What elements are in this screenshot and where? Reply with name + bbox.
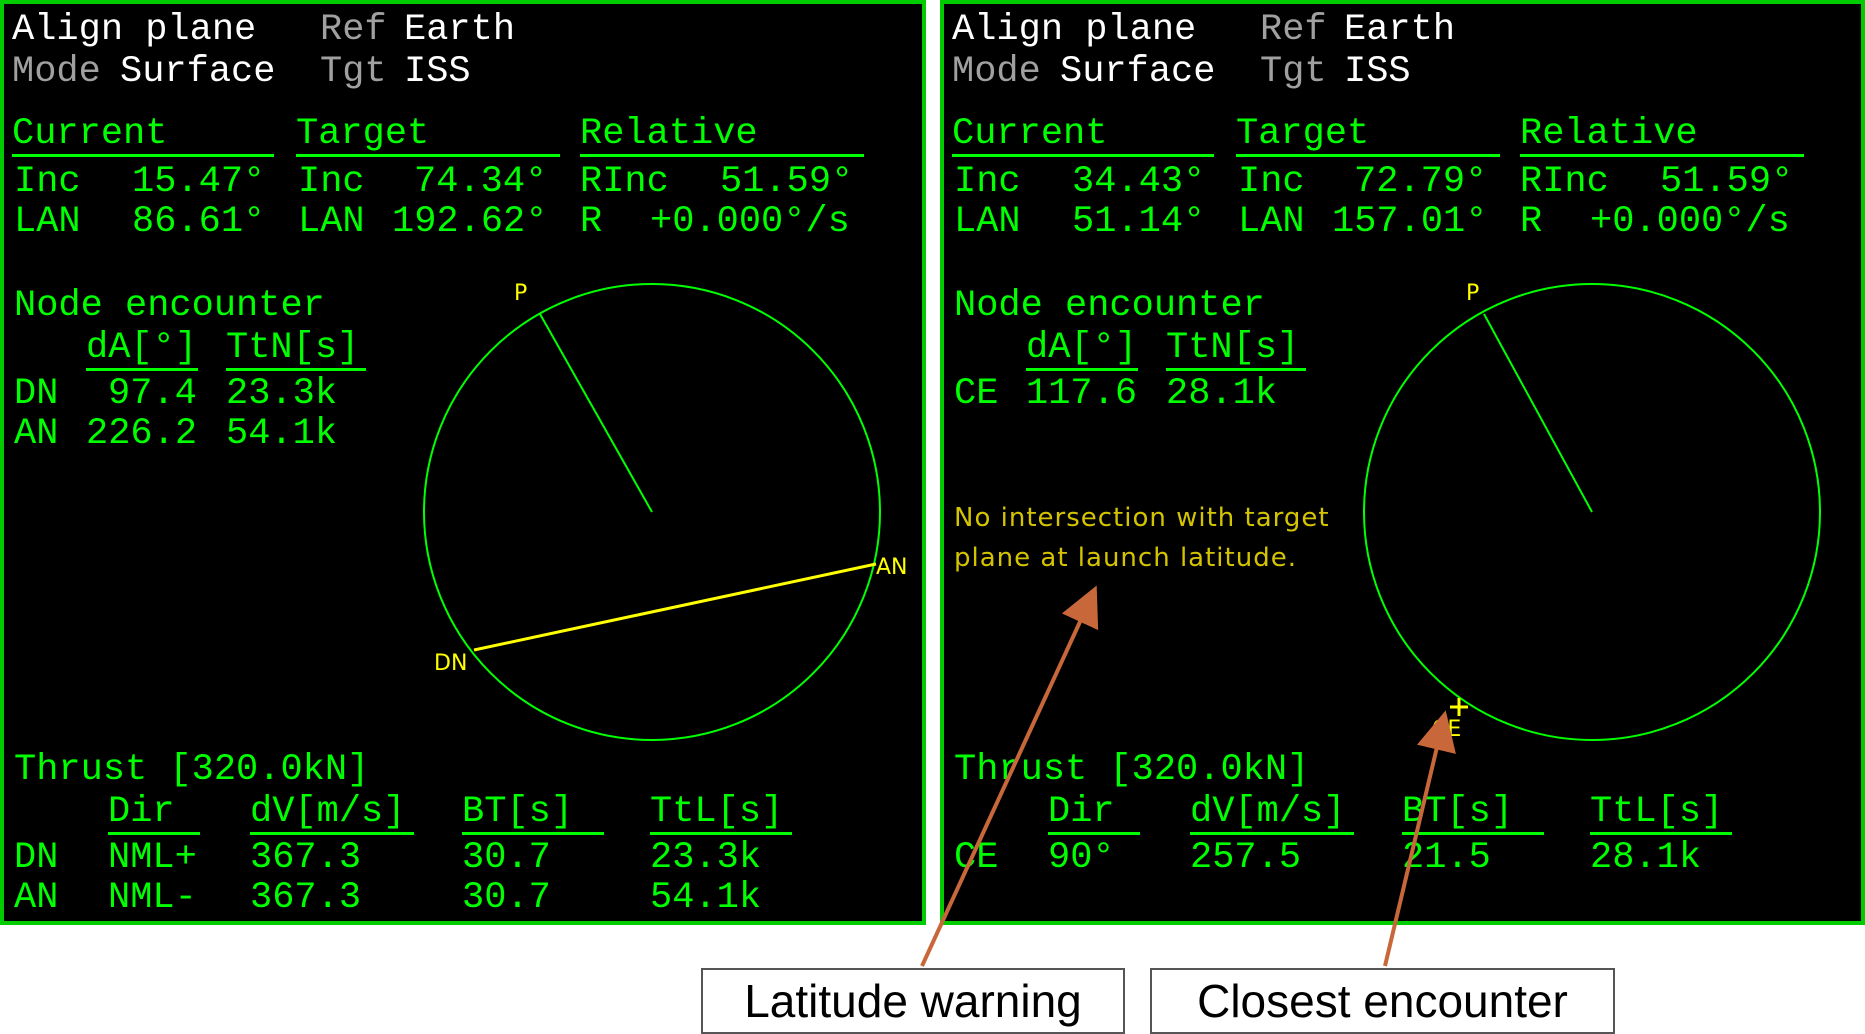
thrust-row-dv: 367.3 <box>250 877 362 919</box>
thrust-row-ttl: 23.3k <box>650 837 762 879</box>
thrust-col-dv: dV[m/s] <box>250 792 414 835</box>
ascending-node-label: AN <box>876 555 908 580</box>
periapsis-line <box>539 313 653 513</box>
thrust-col-bt: BT[s] <box>462 792 604 835</box>
thrust-row-bt: 21.5 <box>1402 837 1491 879</box>
thrust-col-dir: Dir <box>1048 792 1140 835</box>
node-line <box>473 562 877 652</box>
thrust-row-ttl: 54.1k <box>650 877 762 919</box>
thrust-col-bt: BT[s] <box>1402 792 1544 835</box>
mfd-panel-left: Align plane Ref Earth Mode Surface Tgt I… <box>0 0 926 925</box>
thrust-col-ttl: TtL[s] <box>1590 792 1732 835</box>
thrust-row-dir: NML+ <box>108 837 197 879</box>
mfd-panel-right: Align plane Ref Earth Mode Surface Tgt I… <box>940 0 1865 925</box>
thrust-row-name: AN <box>14 877 59 919</box>
thrust-row-bt: 30.7 <box>462 837 551 879</box>
thrust-row-dir: 90° <box>1048 837 1115 879</box>
thrust-col-dir: Dir <box>108 792 200 835</box>
thrust-row-dv: 257.5 <box>1190 837 1302 879</box>
latitude-warning-callout: Latitude warning <box>701 968 1125 1034</box>
thrust-row-name: DN <box>14 837 59 879</box>
thrust-row-dv: 367.3 <box>250 837 362 879</box>
thrust-row-bt: 30.7 <box>462 877 551 919</box>
thrust-row-dir: NML- <box>108 877 197 919</box>
thrust-row-ttl: 28.1k <box>1590 837 1702 879</box>
periapsis-line <box>1483 313 1593 513</box>
descending-node-label: DN <box>434 651 467 676</box>
closest-encounter-label: CE <box>1432 717 1461 742</box>
periapsis-label: P <box>514 281 527 306</box>
periapsis-label: P <box>1466 281 1479 306</box>
thrust-title: Thrust [320.0kN] <box>954 749 1310 791</box>
thrust-col-dv: dV[m/s] <box>1190 792 1354 835</box>
thrust-row-name: CE <box>954 837 999 879</box>
thrust-title: Thrust [320.0kN] <box>14 749 370 791</box>
thrust-col-ttl: TtL[s] <box>650 792 792 835</box>
closest-encounter-callout: Closest encounter <box>1150 968 1615 1034</box>
